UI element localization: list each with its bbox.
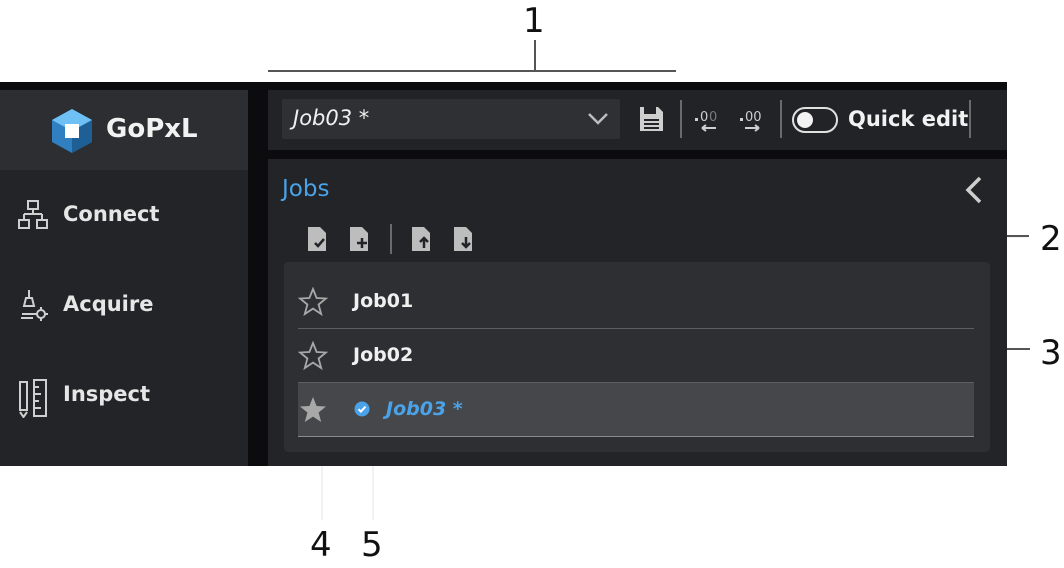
job-row-active[interactable]: Job03 * — [298, 383, 974, 436]
increase-decimals-button[interactable]: 00 — [737, 104, 769, 134]
sidebar-item-connect[interactable]: Connect — [0, 176, 248, 256]
callout-2: 2 — [1040, 219, 1062, 259]
quick-edit-toggle[interactable] — [792, 107, 838, 133]
increase-decimals-icon: 00 — [740, 110, 762, 132]
job-save-icon — [308, 227, 326, 251]
collapse-panel-button[interactable] — [962, 174, 986, 206]
job-name: Job02 — [353, 344, 414, 366]
star-outline-icon[interactable] — [298, 341, 328, 371]
ruler-icon — [19, 379, 47, 418]
panel-title: Jobs — [282, 176, 330, 202]
callout-5: 5 — [361, 525, 383, 565]
quick-edit-label: Quick edit — [848, 107, 969, 131]
sidebar-item-inspect[interactable]: Inspect — [0, 356, 248, 436]
star-outline-icon[interactable] — [298, 287, 328, 317]
callout-3-line-out — [1007, 348, 1030, 350]
callout-3: 3 — [1040, 333, 1062, 373]
callout-1-stem — [534, 40, 536, 71]
svg-text:0: 0 — [709, 110, 717, 125]
job-row[interactable]: Job02 — [298, 329, 974, 382]
svg-text:00: 00 — [745, 110, 762, 125]
star-filled-icon[interactable] — [298, 395, 328, 425]
job-upload-icon — [412, 227, 430, 251]
job-name: Job03 * — [386, 398, 463, 420]
toolbar-separator — [680, 100, 682, 138]
jobs-toolbar-separator — [390, 224, 392, 254]
sidebar-item-label: Connect — [63, 202, 160, 226]
toolbar-separator — [780, 100, 782, 138]
job-name: Job01 — [353, 290, 414, 312]
active-check-icon — [354, 401, 370, 417]
callout-2-line-out — [1007, 235, 1029, 237]
gopxl-logo-icon — [52, 109, 92, 153]
svg-text:0: 0 — [700, 110, 708, 125]
save-button[interactable] — [636, 104, 666, 134]
chevron-down-icon — [588, 113, 608, 125]
sidebar-item-label: Inspect — [63, 382, 151, 406]
row-divider — [298, 436, 974, 437]
upload-job-button[interactable] — [410, 226, 434, 252]
callout-4: 4 — [310, 525, 332, 565]
toolbar-separator — [969, 100, 971, 138]
network-icon — [18, 200, 48, 229]
callout-1: 1 — [523, 1, 545, 41]
download-job-button[interactable] — [452, 226, 476, 252]
toggle-knob — [797, 112, 813, 128]
job-row[interactable]: Job01 — [298, 275, 974, 328]
sidebar-item-acquire[interactable]: Acquire — [0, 266, 248, 346]
job-selector-value: Job03 * — [293, 106, 370, 130]
sidebar-item-label: Acquire — [63, 292, 154, 316]
save-icon — [640, 107, 663, 131]
logo: GoPxL — [0, 90, 248, 170]
callout-1-line — [268, 70, 676, 72]
decrease-decimals-button[interactable]: 0 0 — [692, 104, 724, 134]
job-selector-dropdown[interactable]: Job03 * — [282, 99, 620, 139]
chevron-left-icon — [965, 176, 982, 204]
new-job-button[interactable] — [348, 226, 372, 252]
scanner-gear-icon — [21, 290, 48, 321]
save-job-as-button[interactable] — [306, 226, 330, 252]
app-name: GoPxL — [106, 114, 198, 144]
decrease-decimals-icon: 0 0 — [695, 110, 717, 132]
job-download-icon — [454, 227, 472, 251]
job-new-icon — [350, 227, 368, 251]
